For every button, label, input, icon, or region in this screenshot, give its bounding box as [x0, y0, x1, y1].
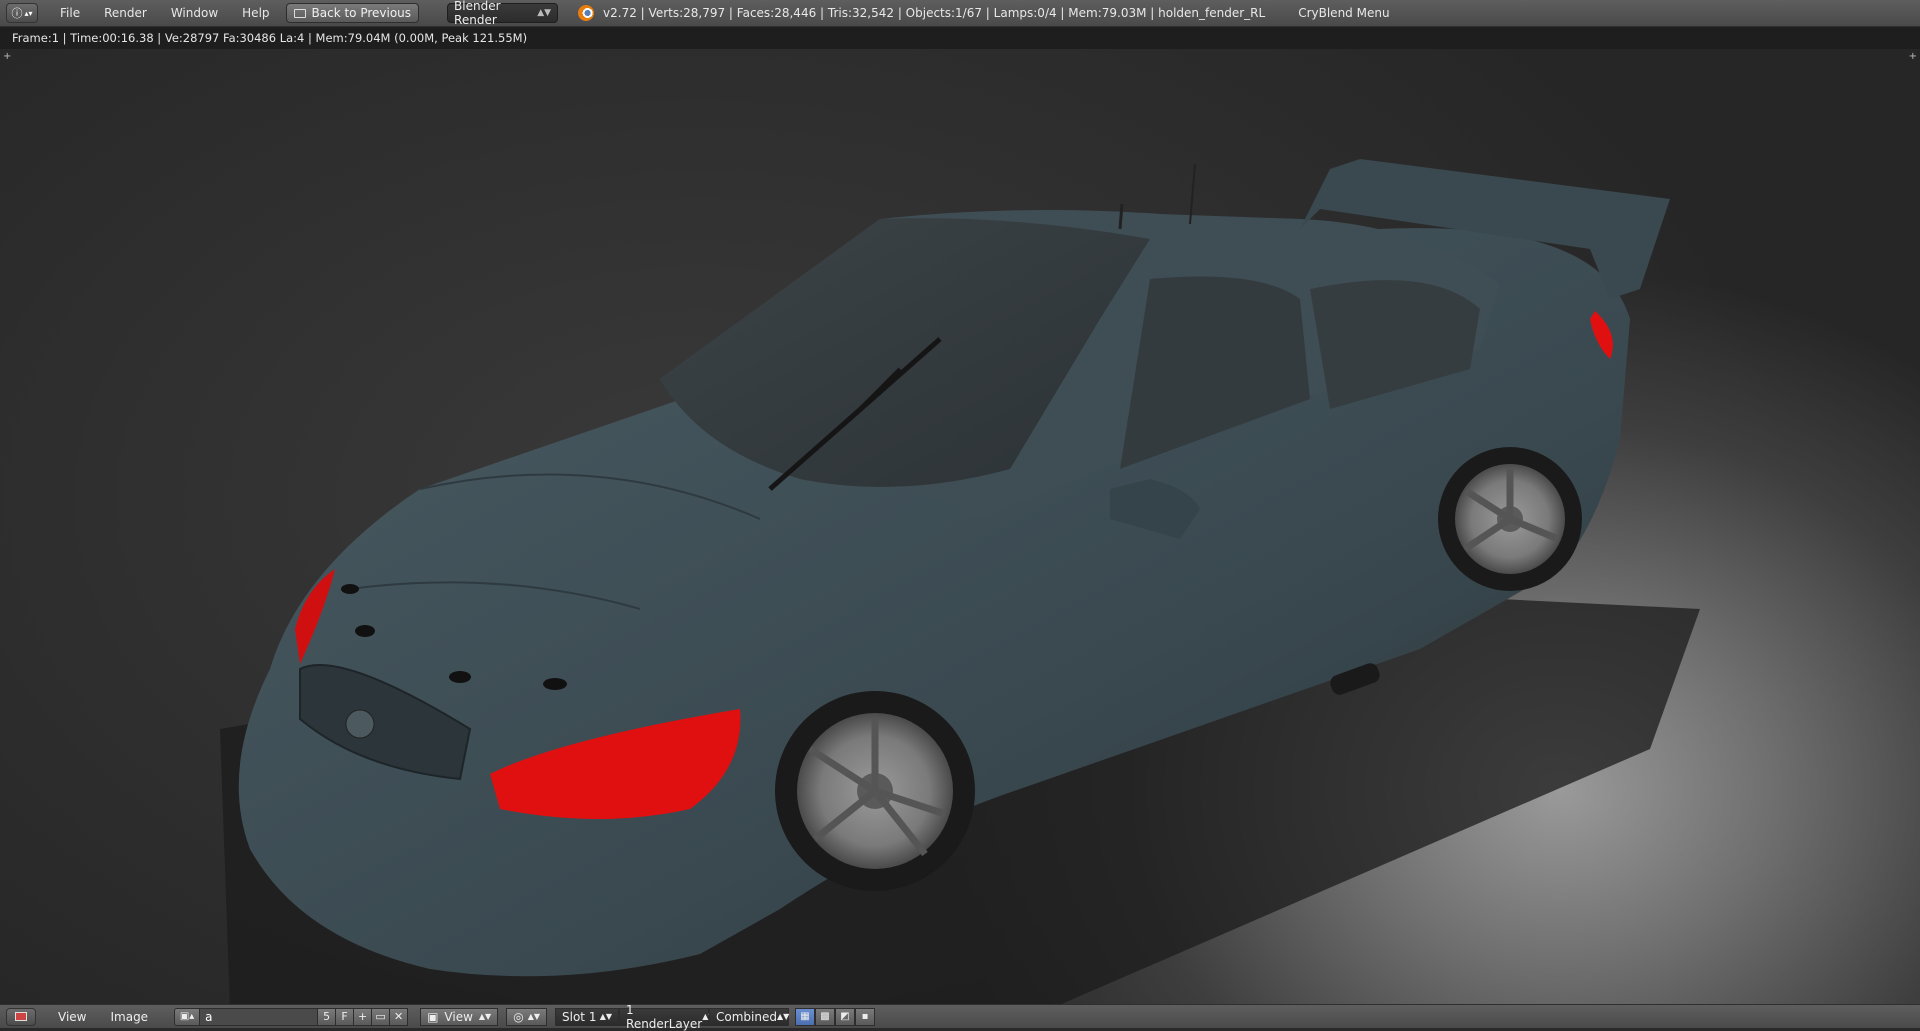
- checker-icon: ▩: [820, 1011, 830, 1022]
- hood-vent: [341, 584, 359, 594]
- scene-stats: v2.72 | Verts:28,797 | Faces:28,446 | Tr…: [603, 6, 1266, 20]
- image-users-count: 5: [318, 1007, 337, 1026]
- top-header: ⓘ ▴▾ File Render Window Help Back to Prev…: [0, 0, 1920, 27]
- view-mode-dropdown[interactable]: ▣ View ▲▼: [420, 1007, 499, 1026]
- display-channel-color[interactable]: ▩: [815, 1007, 836, 1026]
- display-channel-z[interactable]: ▪: [855, 1007, 876, 1026]
- badge-icon: [345, 709, 375, 739]
- image-editor-icon: [15, 1012, 27, 1021]
- bottom-menu: View Image: [46, 1010, 160, 1024]
- menu-image[interactable]: Image: [98, 1010, 160, 1024]
- color-alpha-icon: ▦: [800, 1011, 810, 1022]
- image-name-field[interactable]: a: [200, 1007, 319, 1026]
- slot-label: Slot 1: [562, 1009, 597, 1024]
- open-image-button[interactable]: ▭: [372, 1007, 391, 1026]
- info-icon: ⓘ: [11, 7, 23, 20]
- browse-image-button[interactable]: ▣▴: [174, 1007, 201, 1026]
- menu-window[interactable]: Window: [159, 6, 230, 20]
- updown-arrow-icon: ▲▼: [537, 8, 552, 18]
- render-layer-dropdown[interactable]: 1 RenderLayer▲▼: [619, 1003, 715, 1031]
- render-engine-label: Blender Render: [454, 0, 501, 27]
- pivot-icon: ◎: [513, 1009, 524, 1024]
- antenna: [1118, 203, 1124, 230]
- render-pass-dropdown[interactable]: Combined ▲▼: [709, 1007, 789, 1026]
- pivot-dropdown[interactable]: ◎ ▲▼: [506, 1007, 548, 1026]
- back-to-previous-label: Back to Previous: [311, 6, 412, 20]
- image-view-icon: ▣: [427, 1009, 439, 1024]
- menu-help[interactable]: Help: [230, 6, 281, 20]
- display-channel-alpha[interactable]: ◩: [835, 1007, 856, 1026]
- top-menu: File Render Window Help: [48, 6, 282, 20]
- image-browse-icon: ▣▴: [179, 1011, 195, 1022]
- alpha-icon: ◩: [840, 1011, 850, 1022]
- menu-file[interactable]: File: [48, 6, 92, 20]
- hood-vent: [449, 671, 471, 683]
- fake-user-button[interactable]: F: [336, 1007, 355, 1026]
- hood-vent: [543, 678, 567, 690]
- screen-back-icon: [293, 8, 306, 18]
- render-result-viewport[interactable]: + +: [0, 49, 1920, 1004]
- hood-vent: [355, 625, 375, 637]
- back-to-previous-button[interactable]: Back to Previous: [285, 3, 420, 23]
- unlink-image-button[interactable]: ✕: [390, 1007, 409, 1026]
- image-browse-selector: ▣▴ a 5 F + ▭ ✕: [174, 1007, 409, 1026]
- view-mode-label: View: [444, 1009, 473, 1024]
- blender-logo-icon: [578, 5, 595, 21]
- view-mode-group: ▣View▲▼ ◎▲▼ Slot 1▲▼ 1 RenderLayer▲▼ Com…: [420, 1003, 876, 1031]
- cryblend-menu[interactable]: CryBlend Menu: [1298, 6, 1389, 20]
- slot-dropdown[interactable]: Slot 1 ▲▼: [555, 1007, 620, 1026]
- z-buffer-icon: ▪: [861, 1011, 869, 1022]
- display-channel-color-alpha[interactable]: ▦: [795, 1007, 816, 1026]
- render-info-text: Frame:1 | Time:00:16.38 | Ve:28797 Fa:30…: [12, 31, 528, 45]
- render-engine-dropdown[interactable]: Blender Render ▲▼: [447, 0, 559, 27]
- folder-icon: ▭: [375, 1010, 386, 1023]
- render-layer-label: 1 RenderLayer: [626, 1002, 703, 1031]
- image-editor-header: View Image ▣▴ a 5 F + ▭ ✕ ▣ View ▲▼ ◎ ▲▼ Sl…: [0, 1003, 1920, 1031]
- menu-render[interactable]: Render: [92, 6, 159, 20]
- render-pass-label: Combined: [716, 1009, 777, 1024]
- editor-type-selector[interactable]: [6, 1007, 36, 1026]
- new-image-button[interactable]: +: [354, 1007, 373, 1026]
- rendered-car-image: [220, 159, 1700, 1004]
- antenna: [1189, 163, 1196, 225]
- plus-icon: +: [357, 1010, 368, 1023]
- close-icon: ✕: [393, 1010, 404, 1023]
- editor-type-selector[interactable]: ⓘ ▴▾: [6, 3, 38, 23]
- menu-view[interactable]: View: [46, 1010, 98, 1024]
- render-info-bar: Frame:1 | Time:00:16.38 | Ve:28797 Fa:30…: [0, 27, 1920, 49]
